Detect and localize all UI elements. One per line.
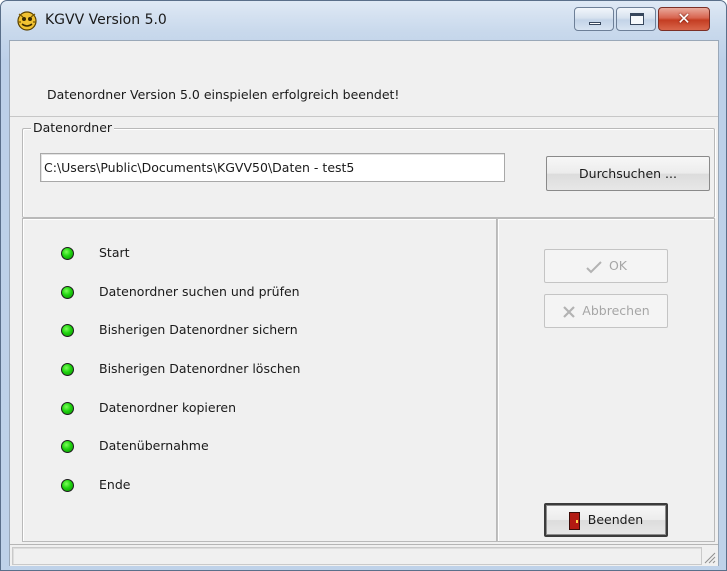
- browse-button[interactable]: Durchsuchen ...: [546, 156, 710, 191]
- status-led-icon: [61, 247, 74, 260]
- minimize-button[interactable]: [574, 7, 614, 31]
- exit-door-icon: [568, 511, 580, 530]
- status-bar-pane: [12, 547, 702, 565]
- close-icon: ✕: [677, 9, 691, 28]
- status-led-icon: [61, 479, 74, 492]
- maximize-icon: [630, 13, 644, 25]
- step-label: Ende: [99, 477, 131, 492]
- status-bar: [10, 544, 718, 566]
- cancel-button-label: Abbrechen: [582, 303, 650, 318]
- step-label: Datenordner kopieren: [99, 400, 237, 415]
- kgvv-app-icon: [17, 11, 37, 31]
- checkmark-icon: [586, 260, 602, 273]
- data-folder-path-input[interactable]: [40, 153, 505, 182]
- dialog-client-area: Datenordner Version 5.0 einspielen erfol…: [9, 40, 719, 566]
- step-label: Datenordner suchen und prüfen: [99, 284, 300, 299]
- message-panel: Datenordner Version 5.0 einspielen erfol…: [10, 41, 718, 117]
- minimize-icon: [589, 22, 601, 25]
- window-title: KGVV Version 5.0: [45, 12, 167, 28]
- exit-button[interactable]: Beenden: [544, 503, 668, 537]
- step-label: Start: [99, 245, 130, 260]
- status-message: Datenordner Version 5.0 einspielen erfol…: [47, 87, 400, 102]
- maximize-button[interactable]: [616, 7, 656, 31]
- ok-button-label: OK: [608, 258, 628, 273]
- step-label: Bisherigen Datenordner sichern: [99, 322, 298, 337]
- exit-button-label: Beenden: [587, 512, 644, 527]
- title-bar[interactable]: KGVV Version 5.0 ✕: [1, 1, 726, 41]
- resize-grip-icon[interactable]: [702, 550, 716, 564]
- status-led-icon: [61, 440, 74, 453]
- status-led-icon: [61, 363, 74, 376]
- status-led-icon: [61, 286, 74, 299]
- close-button[interactable]: ✕: [658, 7, 710, 31]
- step-label: Bisherigen Datenordner löschen: [99, 361, 301, 376]
- progress-steps-panel: Start Datenordner suchen und prüfen Bish…: [22, 218, 497, 542]
- cancel-button[interactable]: Abbrechen: [544, 294, 668, 328]
- status-led-icon: [61, 402, 74, 415]
- main-window: KGVV Version 5.0 ✕ Datenordner Version 5…: [0, 0, 727, 571]
- status-led-icon: [61, 324, 74, 337]
- ok-button[interactable]: OK: [544, 249, 668, 283]
- data-folder-group: Datenordner Durchsuchen ...: [22, 120, 715, 218]
- cross-icon: [563, 305, 576, 318]
- data-folder-legend: Datenordner: [31, 120, 115, 135]
- step-label: Datenübernahme: [99, 438, 209, 453]
- action-buttons-panel: OK Abbrechen Beenden: [497, 218, 715, 542]
